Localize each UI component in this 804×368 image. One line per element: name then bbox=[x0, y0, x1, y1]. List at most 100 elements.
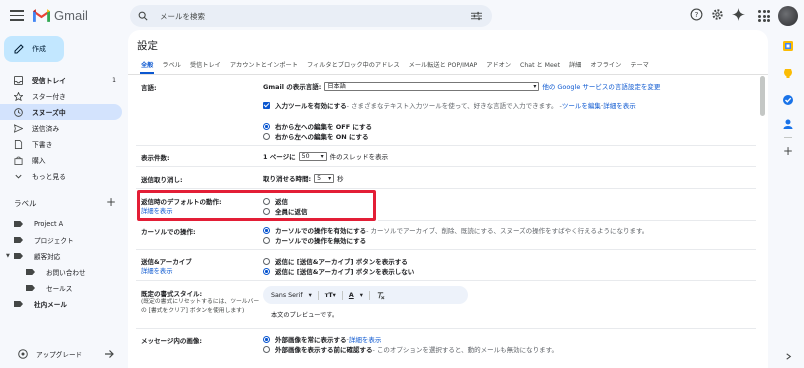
clear-formatting-icon[interactable] bbox=[376, 291, 385, 300]
text-color-icon[interactable]: A bbox=[349, 292, 354, 299]
tab-accounts[interactable]: アカウントとインポート bbox=[230, 60, 298, 69]
search-options-icon[interactable] bbox=[471, 11, 482, 21]
search-bar[interactable]: メールを検索 bbox=[130, 5, 492, 27]
input-tools-details-link[interactable]: 詳細を表示 bbox=[603, 100, 636, 110]
sidebar-item-more[interactable]: もっと見る bbox=[0, 168, 124, 184]
pencil-icon bbox=[14, 44, 24, 54]
apps-grid-icon[interactable] bbox=[758, 10, 770, 22]
images-ask-radio[interactable] bbox=[263, 345, 270, 353]
add-label-icon[interactable]: + bbox=[106, 195, 116, 209]
scrollbar[interactable] bbox=[760, 76, 765, 116]
avatar[interactable] bbox=[778, 6, 798, 26]
send-archive-hide-option[interactable]: 返信に [送信&アーカイブ] ボタンを表示しない bbox=[263, 266, 414, 276]
send-archive-show-radio[interactable] bbox=[263, 257, 270, 265]
images-always-label: 外部画像を常に表示する bbox=[275, 336, 347, 344]
tab-inbox[interactable]: 受信トレイ bbox=[190, 60, 221, 69]
images-always-option[interactable]: 外部画像を常に表示する - 詳細を表示 bbox=[263, 334, 381, 344]
font-size-icon[interactable]: тT▾ bbox=[325, 292, 336, 299]
send-archive-hide-radio[interactable] bbox=[263, 267, 270, 275]
tab-themes[interactable]: テーマ bbox=[630, 60, 649, 69]
sidebar-item-drafts[interactable]: 下書き bbox=[0, 136, 124, 152]
rtl-off-radio[interactable] bbox=[263, 122, 270, 130]
help-icon[interactable]: ? bbox=[690, 8, 703, 21]
label-item-sales[interactable]: セールス bbox=[0, 280, 124, 296]
tab-offline[interactable]: オフライン bbox=[590, 60, 621, 69]
edit-tools-link[interactable]: ツールを編集 bbox=[562, 100, 601, 110]
tab-chat-meet[interactable]: Chat と Meet bbox=[520, 60, 560, 69]
keep-icon[interactable] bbox=[782, 68, 794, 80]
toolbar-divider bbox=[317, 290, 319, 300]
gemini-sparkle-icon[interactable] bbox=[732, 8, 745, 21]
font-family-select[interactable]: Sans Serif bbox=[271, 292, 303, 299]
label-name: お問い合わせ bbox=[46, 269, 86, 277]
search-icon[interactable] bbox=[138, 11, 148, 21]
undo-send-select[interactable]: 5 ▾ bbox=[314, 173, 335, 183]
images-ask-desc: - このオプションを選択すると、動的メールも無効になります。 bbox=[372, 346, 559, 354]
row-divider bbox=[136, 328, 756, 329]
send-archive-show-option[interactable]: 返信に [送信&アーカイブ] ボタンを表示する bbox=[263, 256, 408, 266]
sidebar: 作成 受信トレイ 1 スター付き スヌーズ中 送信済み 下書き 購入 もっと見る… bbox=[0, 34, 124, 368]
cursor-disable-option[interactable]: カーソルでの操作を無効にする bbox=[263, 235, 366, 245]
side-panel-rail: + bbox=[772, 34, 804, 368]
sidebar-item-label: 送信済み bbox=[32, 125, 60, 133]
purchase-icon bbox=[14, 156, 23, 165]
cursor-enable-radio[interactable] bbox=[263, 226, 270, 234]
send-archive-show-label: 返信に [送信&アーカイブ] ボタンを表示する bbox=[275, 258, 408, 266]
label-item-project-a[interactable]: Project A bbox=[0, 216, 124, 232]
page-title: 設定 bbox=[137, 40, 158, 52]
top-bar: Gmail メールを検索 ? bbox=[0, 0, 804, 34]
rtl-off-option[interactable]: 右から左への編集を OFF にする bbox=[263, 121, 372, 131]
cursor-disable-radio[interactable] bbox=[263, 236, 270, 244]
sidebar-item-purchases[interactable]: 購入 bbox=[0, 152, 124, 168]
images-details-link[interactable]: 詳細を表示 bbox=[349, 334, 382, 344]
dropdown-arrow-icon[interactable]: ▾ bbox=[360, 292, 363, 299]
sidebar-item-label: 下書き bbox=[32, 141, 53, 149]
contacts-icon[interactable] bbox=[782, 118, 794, 130]
upgrade-button[interactable]: アップグレード bbox=[10, 345, 116, 363]
search-input[interactable]: メールを検索 bbox=[160, 11, 205, 22]
tab-general[interactable]: 全般 bbox=[141, 60, 153, 69]
sidebar-item-snoozed[interactable]: スヌーズ中 bbox=[0, 104, 122, 120]
dropdown-arrow-icon[interactable]: ▾ bbox=[309, 292, 312, 299]
tab-advanced[interactable]: 詳細 bbox=[569, 60, 581, 69]
undo-send-row: 取り消せる時間: 5 ▾ 秒 bbox=[263, 173, 344, 183]
sidebar-item-inbox[interactable]: 受信トレイ 1 bbox=[0, 72, 124, 88]
cursor-enable-option[interactable]: カーソルでの操作を有効にする - カーソルでアーカイブ、削除、既読にする、スヌー… bbox=[263, 225, 648, 235]
gmail-m-icon bbox=[33, 9, 50, 22]
sidebar-item-starred[interactable]: スター付き bbox=[0, 88, 124, 104]
label-item-inquiry[interactable]: お問い合わせ bbox=[0, 264, 124, 280]
sidebar-item-label: 受信トレイ bbox=[32, 77, 66, 85]
display-language-select[interactable]: 日本語 ▾ bbox=[324, 81, 540, 91]
expand-panel-icon[interactable] bbox=[784, 352, 793, 361]
tab-filters[interactable]: フィルタとブロック中のアドレス bbox=[307, 60, 400, 69]
settings-panel: 設定 全般 ラベル 受信トレイ アカウントとインポート フィルタとブロック中のア… bbox=[128, 30, 768, 368]
page-size-select[interactable]: 50 ▾ bbox=[298, 151, 327, 161]
rtl-on-option[interactable]: 右から左への編集を ON にする bbox=[263, 131, 369, 141]
tab-forwarding[interactable]: メール転送と POP/IMAP bbox=[409, 60, 478, 69]
tab-addons[interactable]: アドオン bbox=[486, 60, 511, 69]
calendar-icon[interactable] bbox=[782, 40, 794, 52]
label-item-customer[interactable]: ▼ 顧客対応 bbox=[0, 248, 124, 264]
compose-button[interactable]: 作成 bbox=[4, 36, 64, 62]
images-ask-option[interactable]: 外部画像を表示する前に確認する - このオプションを選択すると、動的メールも無効… bbox=[263, 344, 558, 354]
main-menu-icon[interactable] bbox=[10, 10, 24, 22]
other-language-link[interactable]: 他の Google サービスの言語設定を変更 bbox=[542, 81, 660, 91]
tasks-icon[interactable] bbox=[782, 94, 794, 106]
cursor-enable-label: カーソルでの操作を有効にする bbox=[275, 227, 367, 235]
send-archive-details-link[interactable]: 詳細を表示 bbox=[141, 266, 172, 275]
label-item-internal[interactable]: 社内メール bbox=[0, 296, 124, 312]
rtl-on-radio[interactable] bbox=[263, 132, 270, 140]
add-addon-icon[interactable]: + bbox=[783, 144, 793, 158]
label-item-project[interactable]: プロジェクト bbox=[0, 232, 124, 248]
text-preview: 本文のプレビューです。 bbox=[271, 312, 339, 319]
images-always-radio[interactable] bbox=[263, 335, 270, 343]
sidebar-item-sent[interactable]: 送信済み bbox=[0, 120, 124, 136]
undo-send-suffix: 秒 bbox=[337, 175, 344, 183]
gmail-logo[interactable]: Gmail bbox=[33, 8, 88, 23]
input-tools-checkbox[interactable] bbox=[263, 101, 270, 109]
sidebar-item-label: 購入 bbox=[32, 157, 46, 165]
undo-send-label: 送信取り消し: bbox=[141, 176, 183, 184]
gear-icon[interactable] bbox=[711, 8, 724, 21]
expand-caret-icon[interactable]: ▼ bbox=[6, 253, 10, 259]
tab-labels[interactable]: ラベル bbox=[162, 60, 181, 69]
